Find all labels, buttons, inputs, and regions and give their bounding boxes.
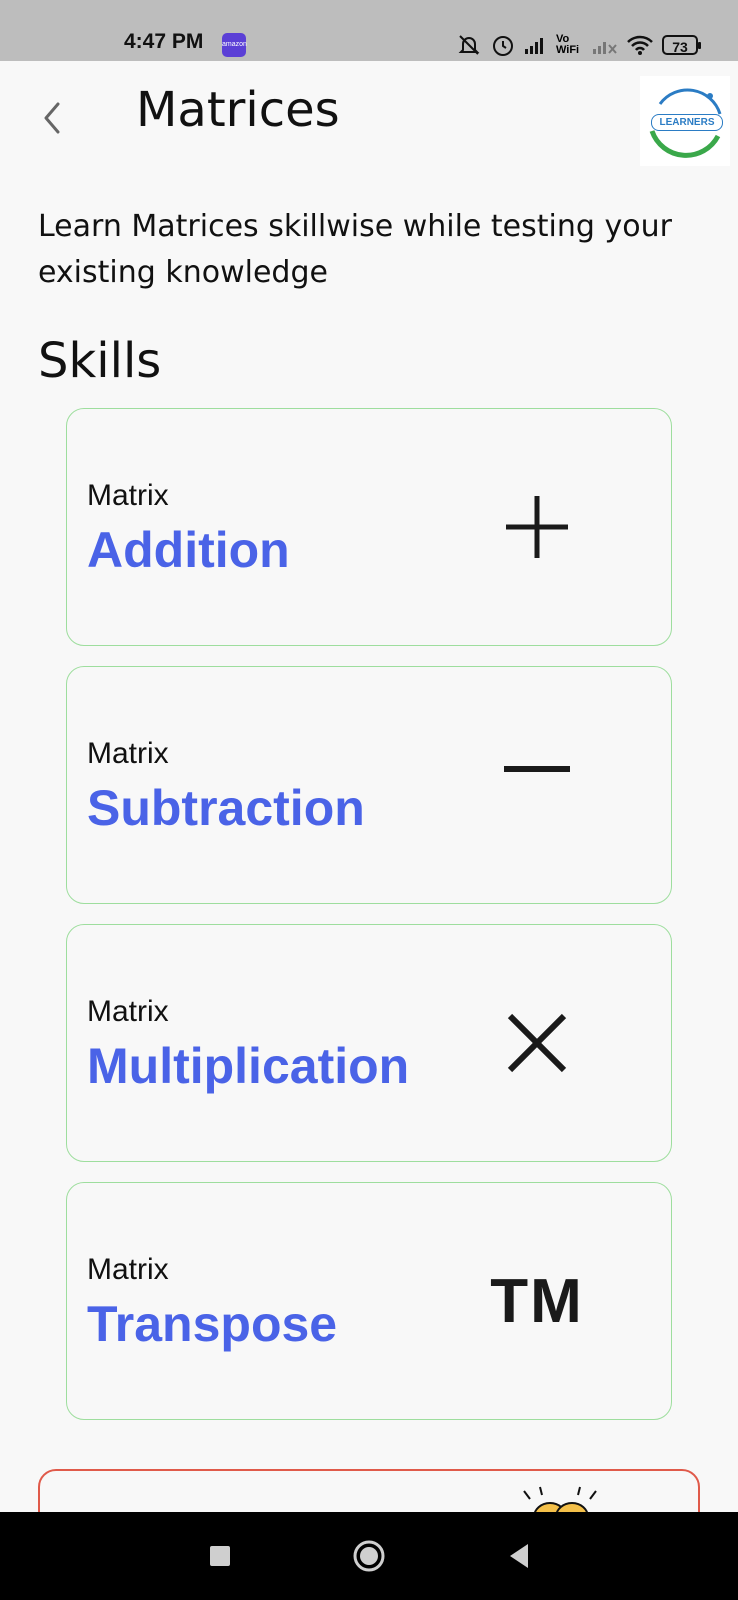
skill-kicker: Matrix (87, 737, 169, 770)
skill-card-subtraction[interactable]: Matrix Subtraction (66, 666, 672, 904)
skill-name: Subtraction (87, 780, 365, 836)
minus-icon (487, 745, 587, 825)
status-time: 4:47 PM (124, 30, 204, 53)
transpose-icon-text: TM (490, 1266, 584, 1336)
skill-card-transpose[interactable]: Matrix Transpose TM (66, 1182, 672, 1420)
chevron-left-icon (34, 102, 74, 146)
plus-icon (487, 487, 587, 567)
skill-kicker: Matrix (87, 995, 169, 1028)
amazon-app-icon: amazon (222, 33, 247, 57)
skills-heading: Skills (38, 333, 162, 389)
skill-kicker: Matrix (87, 479, 169, 512)
skill-name: Addition (87, 522, 290, 578)
bell-off-icon (456, 32, 482, 58)
battery-icon: 73 (662, 35, 701, 55)
system-nav-bar (0, 1512, 738, 1600)
logo-text: LEARNERS (651, 114, 723, 131)
wifi-icon (626, 34, 654, 56)
back-button[interactable] (34, 94, 74, 142)
skill-card-addition[interactable]: Matrix Addition (66, 408, 672, 646)
skill-kicker: Matrix (87, 1253, 169, 1286)
learners-logo: LEARNERS (640, 76, 730, 166)
back-triangle-icon (500, 1544, 540, 1580)
recents-button[interactable] (200, 1536, 240, 1576)
skill-name: Transpose (87, 1296, 338, 1352)
times-icon (487, 1003, 587, 1083)
vowifi-icon: Vo WiFi (556, 33, 580, 56)
intro-text: Learn Matrices skillwise while testing y… (38, 209, 672, 290)
skill-card-multiplication[interactable]: Matrix Multiplication (66, 924, 672, 1162)
status-icons: Vo WiFi 73 (456, 30, 701, 60)
home-button[interactable] (349, 1536, 389, 1576)
app-header (0, 61, 738, 181)
status-bar: 4:47 PM amazon Vo WiFi 73 (0, 0, 738, 61)
page-title: Matrices (136, 82, 340, 138)
alarm-icon (490, 32, 516, 58)
skill-name: Multiplication (87, 1038, 410, 1094)
nav-back-button[interactable] (500, 1536, 540, 1576)
recents-square-icon (200, 1546, 240, 1580)
signal-no-service-icon (592, 35, 618, 55)
transpose-icon: TM (487, 1261, 587, 1341)
home-circle-icon (349, 1540, 389, 1580)
signal-icon (524, 35, 548, 55)
